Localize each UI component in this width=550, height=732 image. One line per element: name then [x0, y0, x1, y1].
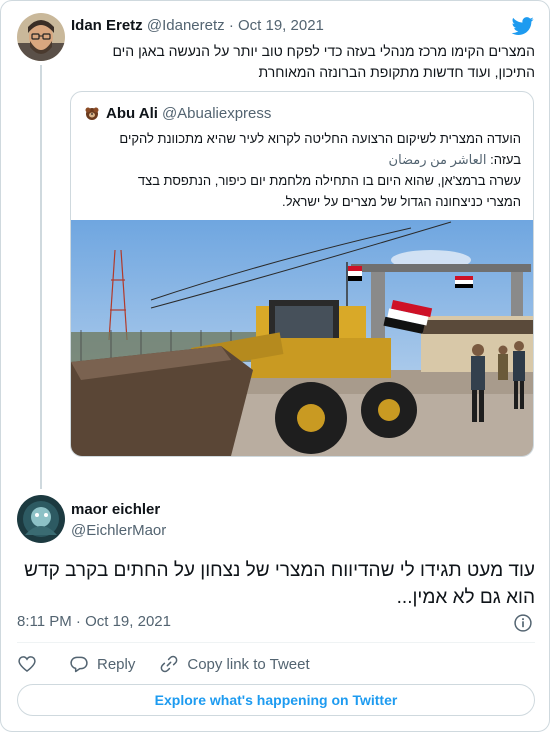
quoted-author-avatar — [85, 107, 99, 120]
bulldozer-photo[interactable] — [71, 220, 533, 456]
author-handle[interactable]: @Idaneretz — [147, 17, 225, 34]
twitter-bird-icon[interactable] — [511, 15, 535, 37]
reply-button[interactable]: Reply — [69, 654, 135, 674]
tweet-actions: Reply Copy link to Tweet — [17, 653, 334, 675]
tweet-timestamp[interactable]: 8:11 PM · Oct 19, 2021 — [17, 613, 171, 630]
copy-link-label: Copy link to Tweet — [187, 655, 310, 673]
quoted-author-name: Abu Ali — [106, 104, 158, 122]
main-tweet-text: עוד מעט תגידו לי שהדיווח המצרי של נצחון … — [17, 557, 535, 611]
avatar-idan-eretz[interactable] — [17, 13, 65, 61]
info-icon[interactable] — [513, 613, 533, 633]
tweet-embed-card: Idan Eretz @Idaneretz · Oct 19, 2021 המצ… — [0, 0, 550, 732]
main-text-line: הוא גם לא אמין... — [396, 587, 535, 608]
quoted-tweet[interactable]: Abu Ali @Abualiexpress הועדה המצרית לשיק… — [70, 91, 534, 457]
author-handle[interactable]: @EichlerMaor — [71, 522, 166, 539]
parent-tweet-text: המצרים הקימו מרכז מנהלי בעזה כדי לפקח טו… — [71, 41, 535, 83]
arabic-city-name: العاشر من رمضان — [388, 152, 487, 167]
quoted-author-handle: @Abualiexpress — [161, 104, 272, 122]
reply-icon — [70, 656, 88, 673]
separator-dot: · — [228, 17, 234, 34]
quoted-text-line: בעזה: العاشر من رمضان — [83, 149, 521, 170]
divider — [17, 642, 535, 643]
tweet-date[interactable]: Oct 19, 2021 — [238, 17, 324, 34]
main-text-line: עוד מעט תגידו לי שהדיווח המצרי של נצחון … — [24, 560, 535, 581]
quoted-text-line: הועדה המצרית לשיקום הרצועה החליטה לקרוא … — [119, 131, 521, 146]
parent-text-line: התיכון, ועוד חדשות מתקופת הברונזה המאוחר… — [258, 64, 535, 80]
link-icon — [160, 655, 178, 673]
quoted-text-line: עשרה ברמצ'אן, שהוא היום בו התחילה מלחמת … — [137, 173, 521, 188]
avatar-maor-eichler[interactable] — [17, 495, 65, 543]
quoted-text-prefix: בעזה: — [486, 152, 521, 167]
like-button[interactable] — [17, 654, 45, 674]
parent-tweet-header: Idan Eretz @Idaneretz · Oct 19, 2021 — [71, 17, 324, 34]
quoted-tweet-text: הועדה המצרית לשיקום הרצועה החליטה לקרוא … — [83, 128, 521, 212]
heart-icon — [18, 656, 36, 673]
thread-connector-line — [40, 65, 42, 489]
author-name[interactable]: maor eichler — [71, 501, 160, 518]
author-name[interactable]: Idan Eretz — [71, 17, 143, 34]
copy-link-button[interactable]: Copy link to Tweet — [159, 654, 310, 674]
parent-text-line: המצרים הקימו מרכז מנהלי בעזה כדי לפקח טו… — [112, 43, 535, 59]
explore-twitter-button[interactable]: Explore what's happening on Twitter — [17, 684, 535, 716]
reply-label: Reply — [97, 655, 136, 673]
quoted-text-line: המצרי כניצחונה הגדול של מצרים על ישראל. — [282, 194, 521, 209]
quoted-tweet-header: Abu Ali @Abualiexpress — [83, 104, 271, 122]
